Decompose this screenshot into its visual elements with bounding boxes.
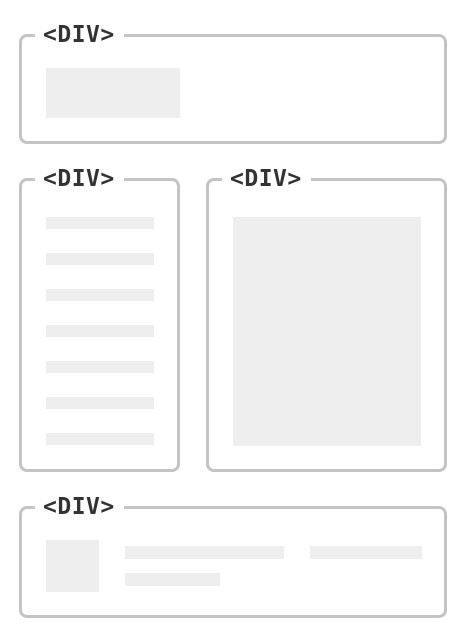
placeholder-line [125,546,284,559]
placeholder-line [46,397,154,409]
div-tag-label: <DIV> [35,164,124,194]
placeholder-line [310,546,422,559]
placeholder-block [46,68,180,118]
div-tag-label: <DIV> [35,492,124,522]
placeholder-thumbnail [46,540,99,592]
div-box-right: <DIV> [206,164,447,472]
div-box-top: <DIV> [19,20,447,144]
placeholder-line [46,253,154,265]
placeholder-line [46,361,154,373]
placeholder-line [46,433,154,445]
placeholder-line [46,325,154,337]
div-box-left: <DIV> [19,164,180,472]
div-tag-label: <DIV> [222,164,311,194]
placeholder-line [125,573,220,586]
placeholder-content-area [233,217,421,446]
div-tag-label: <DIV> [35,20,124,50]
placeholder-line [46,289,154,301]
div-box-bottom: <DIV> [19,492,447,618]
placeholder-line [46,217,154,229]
